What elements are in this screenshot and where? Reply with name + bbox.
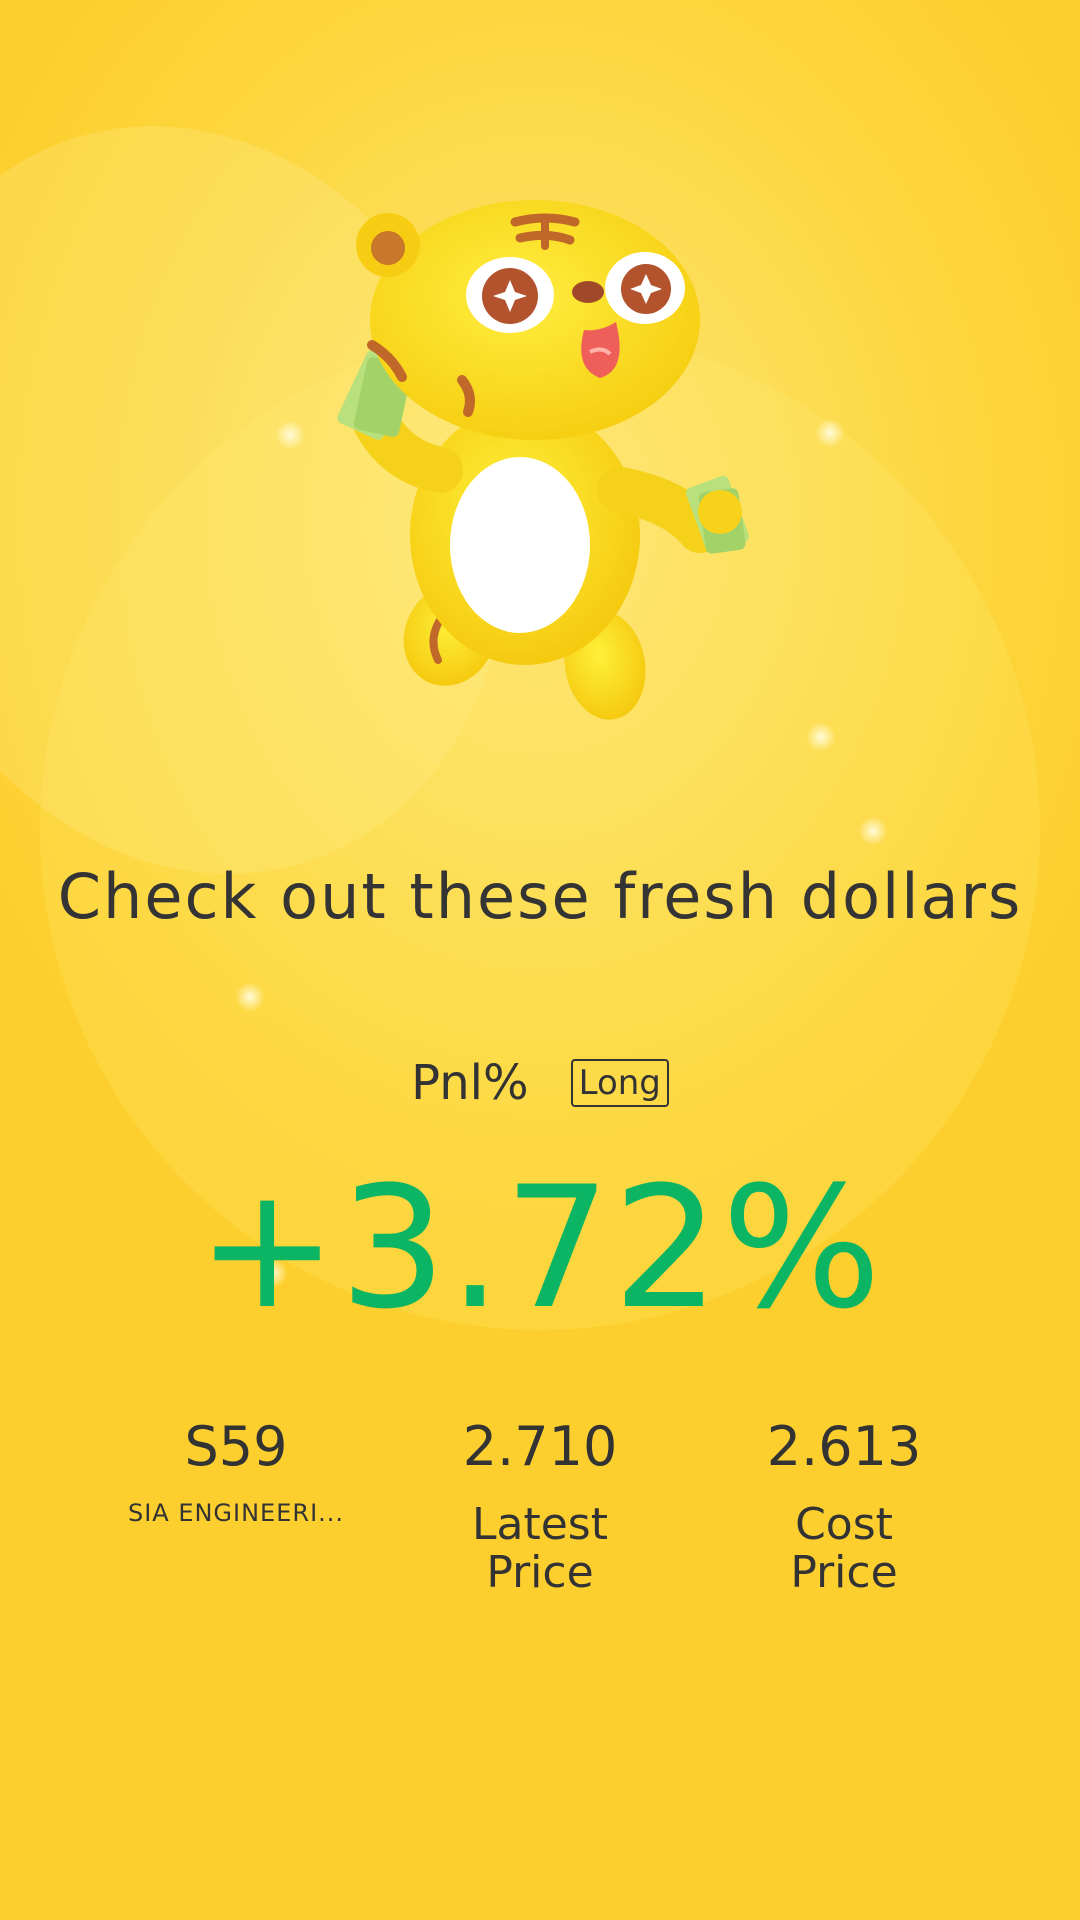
stats-row: S59 SIA ENGINEERI... 2.710 Latest Price … (0, 1415, 1080, 1615)
cost-price-label: Cost Price (790, 1499, 898, 1598)
stock-name: SIA ENGINEERI... (127, 1499, 345, 1527)
pnl-label: Pnl% (411, 1055, 529, 1111)
sparkle-decoration (815, 418, 845, 448)
sparkle-decoration (235, 982, 265, 1012)
pnl-value: +3.72% (196, 1150, 884, 1346)
pnl-header: Pnl% Long (0, 1055, 1080, 1111)
sparkle-decoration (858, 816, 888, 846)
sparkle-decoration (806, 722, 836, 752)
stock-symbol-stat: S59 SIA ENGINEERI... (86, 1415, 386, 1527)
position-type-badge: Long (570, 1059, 669, 1107)
latest-price-label: Latest Price (472, 1499, 608, 1598)
sparkle-decoration (275, 420, 305, 450)
latest-price-stat: 2.710 Latest Price (390, 1415, 690, 1597)
cost-price-stat: 2.613 Cost Price (694, 1415, 994, 1597)
tiger-mascot-icon (337, 200, 749, 720)
latest-price-value: 2.710 (462, 1415, 618, 1478)
cost-price-value: 2.613 (766, 1415, 922, 1478)
headline: Check out these fresh dollars (57, 860, 1023, 933)
stock-symbol: S59 (184, 1415, 288, 1478)
